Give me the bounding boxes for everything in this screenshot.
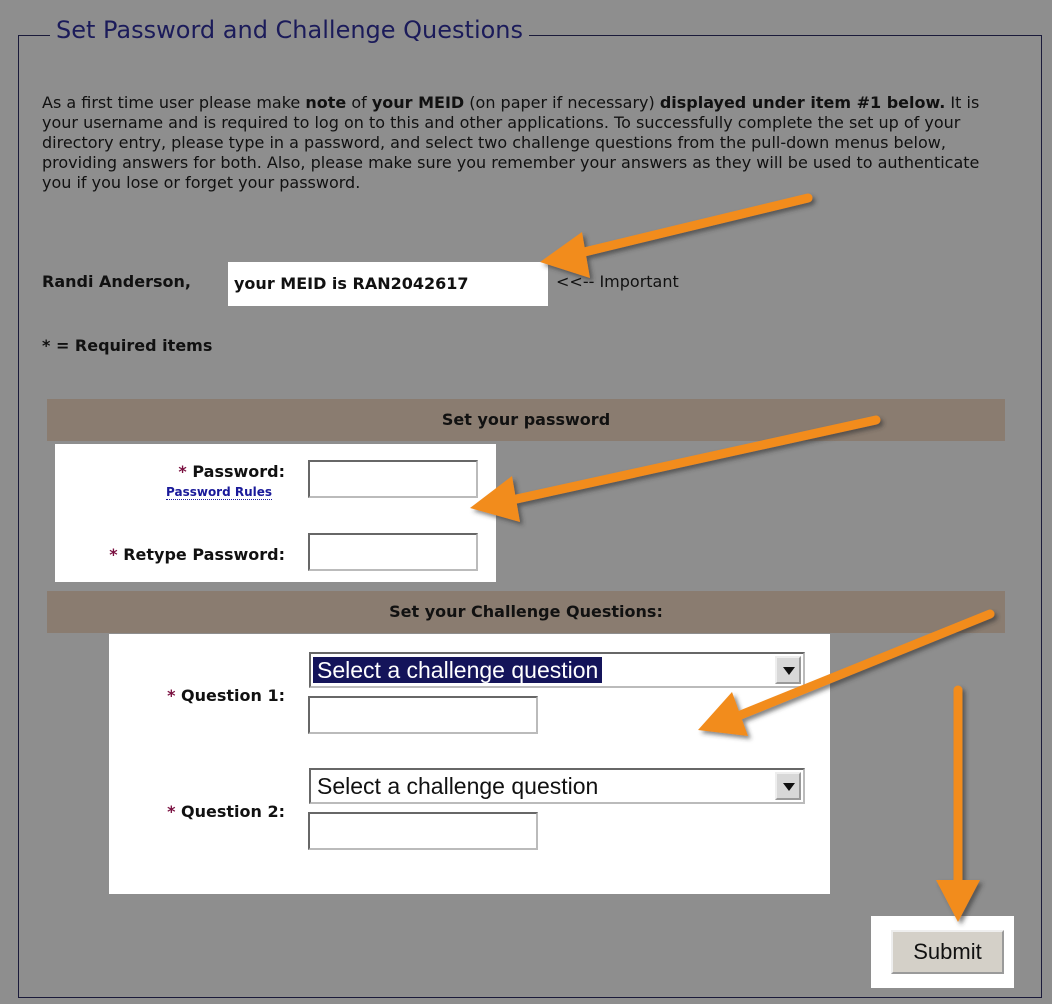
password-input[interactable] <box>308 460 478 498</box>
meid-value: your MEID is RAN2042617 <box>228 262 548 306</box>
question-1-label: * Question 1: <box>167 686 285 705</box>
retype-password-input[interactable] <box>308 533 478 571</box>
question-2-label: * Question 2: <box>167 802 285 821</box>
challenge-section-header: Set your Challenge Questions: <box>47 591 1005 633</box>
chevron-down-icon[interactable] <box>775 772 801 800</box>
password-label: * Password: <box>178 462 285 481</box>
intro-text: As a first time user please make note of… <box>42 93 980 192</box>
question-1-select[interactable]: Select a challenge question <box>309 652 805 688</box>
meid-important-note: <<-- Important <box>556 272 679 291</box>
page-frame: Set Password and Challenge Questions As … <box>0 0 1052 1004</box>
required-note: * = Required items <box>42 336 213 355</box>
question-1-answer-input[interactable] <box>308 696 538 734</box>
question-2-select[interactable]: Select a challenge question <box>309 768 805 804</box>
password-rules-link[interactable]: Password Rules <box>166 485 273 500</box>
retype-password-label: * Retype Password: <box>109 545 285 564</box>
submit-button[interactable]: Submit <box>891 930 1004 974</box>
page-title: Set Password and Challenge Questions <box>50 16 530 44</box>
meid-user-name: Randi Anderson, <box>42 272 191 291</box>
question-2-answer-input[interactable] <box>308 812 538 850</box>
password-section-header: Set your password <box>47 399 1005 441</box>
chevron-down-icon[interactable] <box>775 656 801 684</box>
